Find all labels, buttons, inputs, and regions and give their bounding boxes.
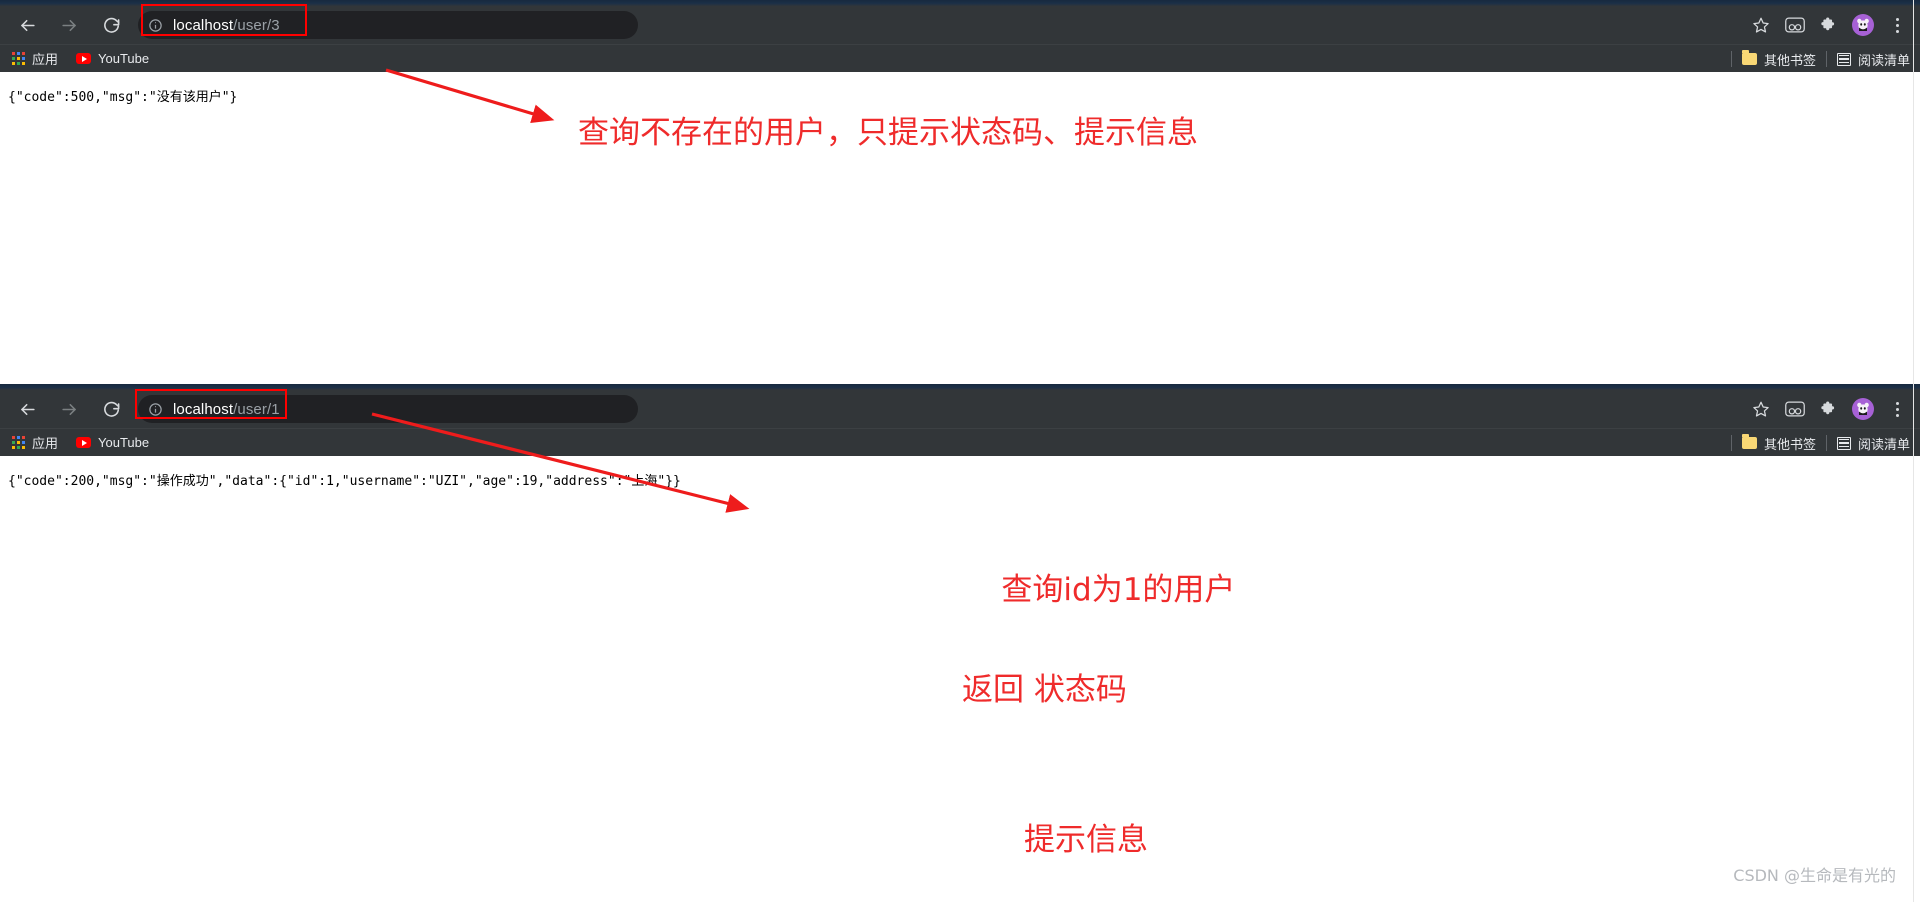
reading-list-icon [1836,52,1851,66]
other-bookmarks-button[interactable]: 其他书签 [1741,434,1816,453]
page-viewport-bottom: {"code":200,"msg":"操作成功","data":{"id":1,… [0,456,1920,902]
star-icon[interactable] [1746,10,1776,40]
toolbar-actions [1746,390,1912,428]
folder-icon [1741,50,1757,65]
reading-list-button[interactable]: 阅读清单 [1836,50,1910,69]
bookmark-youtube[interactable]: YouTube [76,51,149,66]
profile-avatar[interactable] [1848,10,1878,40]
bookmark-youtube-label: YouTube [98,435,150,450]
other-bookmarks-label: 其他书签 [1763,52,1816,68]
info-circle-icon[interactable] [148,402,163,417]
annotation-top-text: 查询不存在的用户，只提示状态码、提示信息 [578,115,1198,151]
profile-avatar[interactable] [1848,394,1878,424]
screenshot-canvas: localhost/user/3 应用 YouTube 其他书签 阅读清单 {"… [0,0,1920,902]
chrome-menu-kebab-icon[interactable] [1882,10,1912,40]
bookmarks-bar: 应用 YouTube 其他书签 阅读清单 [0,44,1920,72]
reload-icon[interactable] [94,392,128,426]
url-path: /user/1 [233,400,280,418]
bookmark-apps-label: 应用 [32,52,59,67]
address-bar-url: localhost/user/1 [173,401,280,418]
bookmarks-bar: 应用 YouTube 其他书签 阅读清单 [0,428,1920,456]
bookmark-youtube[interactable]: YouTube [76,435,149,450]
address-bar-url: localhost/user/3 [173,17,280,34]
annotation-bottom-line-1: 查询id为1的用户 [1001,572,1236,608]
extensions-puzzle-icon[interactable] [1814,10,1844,40]
bookmark-apps-label: 应用 [32,436,59,451]
annotation-bottom-line-3: 提示信息 [1024,822,1148,858]
url-host: localhost [173,400,234,418]
browser-toolbar: localhost/user/1 [0,390,1920,428]
extensions-puzzle-icon[interactable] [1814,394,1844,424]
apps-grid-icon [12,436,25,449]
youtube-icon [76,53,92,64]
divider [1730,51,1732,67]
csdn-watermark: CSDN @生命是有光的 [1733,866,1896,885]
page-right-rule [1913,0,1914,902]
reading-list-icon [1836,436,1851,450]
reading-list-label: 阅读清单 [1857,436,1910,452]
bookmark-apps[interactable]: 应用 [12,49,58,68]
annotation-bottom-block: 查询id为1的用户 返回 状态码 提示信息 转化成 json 的返回数据 [962,515,1355,902]
browser-toolbar: localhost/user/3 [0,6,1920,44]
forward-icon[interactable] [52,392,86,426]
divider [1825,435,1827,451]
chrome-menu-kebab-icon[interactable] [1882,394,1912,424]
star-icon[interactable] [1746,394,1776,424]
json-response-top: {"code":500,"msg":"没有该用户"} [8,90,238,105]
info-circle-icon[interactable] [148,18,163,33]
other-bookmarks-label: 其他书签 [1763,436,1816,452]
apps-grid-icon [12,52,25,65]
bookmarks-bar-right: 其他书签 阅读清单 [1730,429,1910,457]
browser-window-bottom: localhost/user/1 应用 YouTube 其他书签 阅读清单 {"… [0,384,1920,902]
annotation-bottom-line-2: 返回 状态码 [962,672,1127,708]
bookmark-apps[interactable]: 应用 [12,433,58,452]
screencast-icon[interactable] [1780,394,1810,424]
screencast-icon[interactable] [1780,10,1810,40]
bookmarks-bar-right: 其他书签 阅读清单 [1730,45,1910,73]
reload-icon[interactable] [94,8,128,42]
other-bookmarks-button[interactable]: 其他书签 [1741,50,1816,69]
address-bar[interactable]: localhost/user/1 [138,395,638,423]
browser-window-top: localhost/user/3 应用 YouTube 其他书签 阅读清单 {"… [0,0,1920,384]
folder-icon [1741,434,1757,449]
toolbar-actions [1746,6,1912,44]
divider [1825,51,1827,67]
forward-icon[interactable] [52,8,86,42]
youtube-icon [76,437,92,448]
bookmark-youtube-label: YouTube [98,51,150,66]
reading-list-button[interactable]: 阅读清单 [1836,434,1910,453]
address-bar[interactable]: localhost/user/3 [138,11,638,39]
divider [1730,435,1732,451]
back-icon[interactable] [10,392,44,426]
back-icon[interactable] [10,8,44,42]
json-response-bottom: {"code":200,"msg":"操作成功","data":{"id":1,… [8,474,681,489]
reading-list-label: 阅读清单 [1857,52,1910,68]
url-host: localhost [173,16,234,34]
url-path: /user/3 [233,16,280,34]
